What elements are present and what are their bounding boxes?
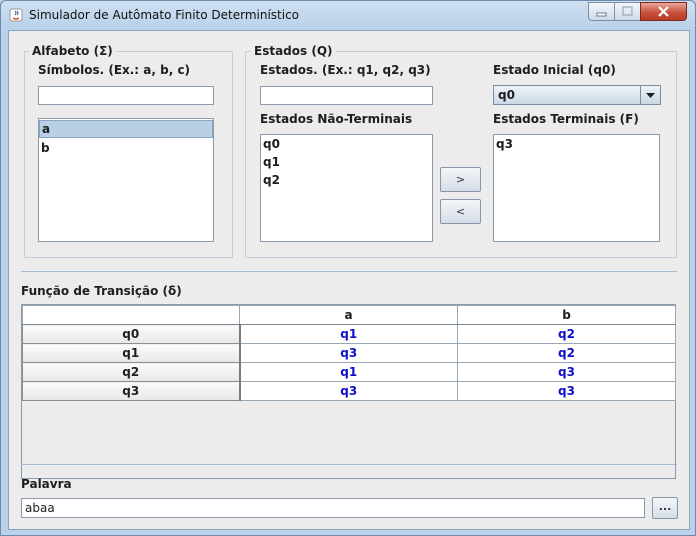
close-icon	[658, 6, 669, 17]
terminal-item[interactable]: q3	[494, 135, 659, 153]
column-header[interactable]	[22, 305, 240, 325]
separator	[21, 464, 677, 465]
row-header[interactable]: q0	[22, 324, 241, 344]
table-row: q3 q3 q3	[22, 381, 676, 401]
states-label: Estados. (Ex.: q1, q2, q3)	[260, 63, 431, 77]
column-header[interactable]: b	[457, 305, 676, 325]
table-cell[interactable]: q3	[239, 343, 458, 363]
table-cell[interactable]: q2	[457, 343, 676, 363]
move-to-non-terminal-button[interactable]: <	[440, 199, 481, 224]
app-window: Simulador de Autômato Finito Determiníst…	[0, 0, 696, 536]
table-cell[interactable]: q3	[239, 381, 458, 401]
dropdown-arrow-icon[interactable]	[640, 86, 660, 104]
word-label: Palavra	[21, 477, 72, 491]
terminal-list[interactable]: q3	[493, 134, 660, 242]
non-terminal-item[interactable]: q0	[261, 135, 432, 153]
minimize-icon	[596, 12, 607, 17]
terminal-label: Estados Terminais (F)	[493, 112, 639, 126]
table-header-row: a b	[22, 305, 676, 325]
window-title: Simulador de Autômato Finito Determiníst…	[29, 8, 300, 22]
maximize-button[interactable]	[614, 2, 641, 21]
initial-state-value: q0	[498, 88, 515, 102]
close-button[interactable]	[640, 2, 687, 21]
main-panel: Alfabeto (Σ) Símbolos. (Ex.: a, b, c) a …	[8, 30, 690, 530]
symbols-input[interactable]	[38, 86, 214, 105]
title-bar[interactable]: Simulador de Autômato Finito Determiníst…	[1, 1, 695, 31]
table-row: q0 q1 q2	[22, 324, 676, 344]
maximize-icon	[622, 6, 633, 16]
table-row: q2 q1 q3	[22, 362, 676, 382]
transition-table: a b q0 q1 q2 q1 q3 q2 q2 q1 q3 q3 q3 q3	[22, 305, 676, 401]
table-cell[interactable]: q1	[239, 362, 458, 382]
word-input[interactable]: abaa	[21, 498, 645, 518]
browse-button[interactable]: ...	[652, 497, 678, 519]
table-row: q1 q3 q2	[22, 343, 676, 363]
initial-state-label: Estado Inicial (q0)	[493, 63, 616, 77]
java-icon	[9, 8, 23, 22]
row-header[interactable]: q3	[22, 381, 241, 401]
alphabet-legend: Alfabeto (Σ)	[29, 44, 116, 58]
table-cell[interactable]: q1	[239, 324, 458, 344]
non-terminal-item[interactable]: q2	[261, 171, 432, 189]
table-cell[interactable]: q2	[457, 324, 676, 344]
non-terminal-list[interactable]: q0 q1 q2	[260, 134, 433, 242]
non-terminal-label: Estados Não-Terminais	[260, 112, 413, 126]
minimize-button[interactable]	[588, 2, 615, 21]
column-header[interactable]: a	[239, 305, 458, 325]
alphabet-list[interactable]: a b	[38, 118, 214, 242]
row-header[interactable]: q1	[22, 343, 241, 363]
table-cell[interactable]: q3	[457, 381, 676, 401]
non-terminal-item[interactable]: q1	[261, 153, 432, 171]
initial-state-select[interactable]: q0	[493, 85, 661, 105]
table-cell[interactable]: q3	[457, 362, 676, 382]
states-input[interactable]	[260, 86, 433, 105]
separator	[21, 271, 677, 272]
alphabet-list-item[interactable]: a	[39, 120, 213, 138]
symbols-label: Símbolos. (Ex.: a, b, c)	[38, 63, 191, 77]
alphabet-list-item[interactable]: b	[39, 139, 213, 157]
move-to-terminal-button[interactable]: >	[440, 167, 481, 192]
states-legend: Estados (Q)	[251, 44, 336, 58]
row-header[interactable]: q2	[22, 362, 241, 382]
transition-label: Função de Transição (δ)	[21, 284, 182, 298]
